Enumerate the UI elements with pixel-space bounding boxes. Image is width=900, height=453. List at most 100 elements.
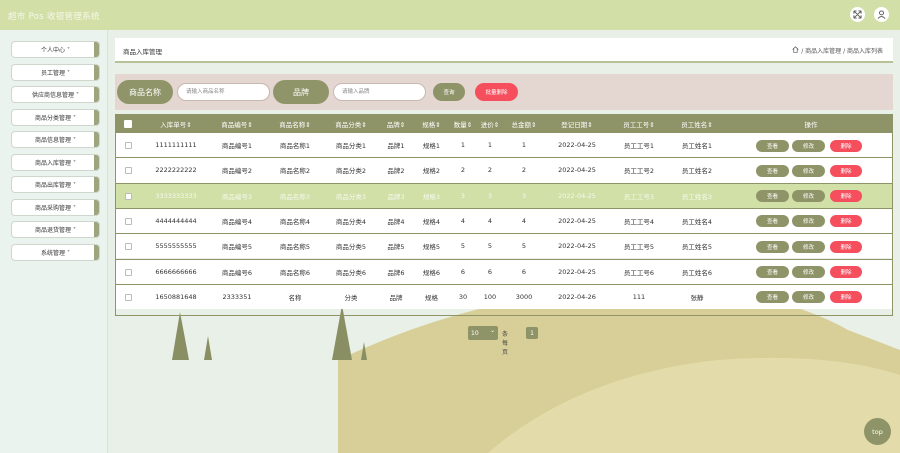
th-staff-name[interactable]: 员工姓名⇕ (669, 115, 725, 132)
cell-date: 2022-04-25 (558, 242, 596, 251)
cell-staff-name: 张静 (690, 293, 704, 302)
cell-brand: 品牌5 (387, 243, 405, 252)
cell-goods-code: 商品编号3 (221, 192, 253, 201)
edit-button[interactable]: 修改 (792, 139, 825, 152)
th-date[interactable]: 登记日期⇕ (545, 115, 609, 132)
cell-staff-name: 员工姓名4 (681, 218, 713, 227)
sidebar-item-goods-out[interactable]: 商品出库管理 ˅ (11, 176, 100, 193)
table-row[interactable]: 1650881648 2333351 名称 分类 品牌 规格 30 100 3000 2022-0… (116, 283, 892, 310)
sidebar-item-purchase[interactable]: 商品采购管理 ˅ (11, 199, 100, 216)
cell-price: 4 (487, 217, 493, 226)
breadcrumb: / 商品入库管理 / 商品入库列表 (792, 46, 883, 55)
th-brand[interactable]: 品牌⇕ (379, 115, 413, 132)
home-icon[interactable] (792, 46, 799, 55)
cell-staff-no: 111 (632, 292, 646, 301)
cell-spec: 规格 (425, 293, 438, 302)
sidebar-item-system[interactable]: 系统管理 ˅ (11, 244, 100, 261)
row-checkbox[interactable] (125, 217, 132, 225)
row-checkbox[interactable] (125, 192, 132, 200)
cell-brand: 品牌 (389, 293, 403, 302)
view-button[interactable]: 查看 (756, 240, 789, 253)
cell-goods-code: 商品编号4 (221, 218, 253, 227)
cell-goods-code: 商品编号1 (221, 142, 253, 151)
edit-button[interactable]: 修改 (792, 240, 825, 253)
th-goods-name[interactable]: 商品名称⇕ (268, 115, 322, 132)
th-quantity[interactable]: 数量⇕ (450, 115, 476, 132)
th-actions: 操作 (804, 120, 818, 129)
brand-input[interactable] (333, 83, 426, 101)
table-row[interactable]: 1111111111 商品编号1 商品名称1 商品分类1 品牌1 规格1 1 1 1 2022-0… (116, 132, 892, 158)
view-button[interactable]: 查看 (756, 164, 789, 177)
goods-name-input[interactable] (177, 83, 270, 101)
sidebar-item-supplier[interactable]: 供应商信息管理 ˅ (11, 86, 100, 103)
cell-price: 2 (487, 166, 493, 175)
table-row[interactable]: 3333333333 商品编号3 商品名称3 商品分类3 品牌3 规格3 3 3 3 2022-0… (116, 182, 892, 208)
sidebar-item-personal-center[interactable]: 个人中心 ˅ (11, 41, 100, 58)
breadcrumb-path[interactable]: / 商品入库管理 / 商品入库列表 (801, 46, 883, 55)
cell-goods-name: 商品名称6 (279, 268, 311, 277)
edit-button[interactable]: 修改 (792, 164, 825, 177)
app-title: 超市 Pos 收银管理系统 (8, 12, 100, 22)
view-button[interactable]: 查看 (756, 291, 789, 304)
cell-staff-name: 员工姓名1 (681, 142, 713, 151)
delete-button[interactable]: 删除 (830, 266, 862, 278)
delete-button[interactable]: 删除 (830, 164, 862, 177)
table-row[interactable]: 5555555555 商品编号5 商品名称5 商品分类5 品牌5 规格5 5 5 5 2022-0… (116, 233, 892, 259)
th-goods-code[interactable]: 商品编号⇕ (207, 115, 267, 132)
select-all-icon[interactable] (124, 119, 132, 128)
cell-order-no: 3333333333 (155, 191, 197, 200)
row-checkbox[interactable] (125, 268, 132, 276)
cell-order-no: 4444444444 (155, 217, 197, 226)
cell-goods-code: 商品编号5 (221, 243, 253, 252)
th-total[interactable]: 总金额⇕ (504, 115, 544, 132)
table-row[interactable]: 2222222222 商品编号2 商品名称2 商品分类2 品牌2 规格2 2 2 2 2022-0… (116, 157, 892, 183)
sidebar-item-label: 系统管理 ˅ (41, 250, 70, 257)
cell-date: 2022-04-26 (558, 292, 596, 301)
cell-price: 6 (487, 267, 493, 276)
row-checkbox[interactable] (125, 142, 132, 149)
delete-button[interactable]: 删除 (830, 139, 862, 152)
table-row[interactable]: 6666666666 商品编号6 商品名称6 商品分类6 品牌6 规格6 6 6 6 2022-0… (116, 258, 892, 284)
cell-goods-name: 商品名称5 (279, 243, 311, 252)
delete-button[interactable]: 删除 (830, 215, 862, 228)
edit-button[interactable]: 修改 (792, 291, 825, 304)
sidebar-item-staff[interactable]: 员工管理 ˅ (11, 64, 100, 81)
edit-button[interactable]: 修改 (792, 266, 825, 278)
edit-button[interactable]: 修改 (792, 215, 825, 228)
cell-goods-name: 名称 (288, 293, 302, 302)
delete-button[interactable]: 删除 (830, 240, 862, 253)
th-order-no[interactable]: 入库单号⇕ (146, 115, 206, 132)
sidebar-item-goods-in[interactable]: 商品入库管理 ˅ (11, 154, 100, 171)
sidebar-item-category[interactable]: 商品分类管理 ˅ (11, 109, 100, 126)
th-price[interactable]: 进价⇕ (477, 115, 503, 132)
th-spec[interactable]: 规格⇕ (414, 115, 449, 132)
page-number-button[interactable]: 1 (526, 327, 538, 339)
query-button[interactable]: 查询 (433, 83, 465, 101)
delete-button[interactable]: 删除 (830, 291, 862, 304)
cell-brand: 品牌3 (387, 192, 405, 201)
view-button[interactable]: 查看 (756, 215, 789, 228)
sidebar-item-return[interactable]: 商品退货管理 ˅ (11, 221, 100, 238)
batch-delete-button[interactable]: 批量删除 (475, 83, 518, 101)
page-size-select[interactable]: 10 (468, 326, 498, 340)
view-button[interactable]: 查看 (756, 139, 789, 152)
user-icon[interactable] (874, 7, 889, 22)
sidebar: 个人中心 ˅ 员工管理 ˅ 供应商信息管理 ˅ 商品分类管理 ˅ 商品信息管理 … (0, 30, 108, 453)
th-category[interactable]: 商品分类⇕ (323, 115, 379, 132)
th-staff-no[interactable]: 员工工号⇕ (610, 115, 668, 132)
delete-button[interactable]: 删除 (830, 190, 862, 203)
back-to-top-button[interactable]: top (864, 418, 891, 445)
row-checkbox[interactable] (125, 293, 132, 301)
goods-in-table: 入库单号⇕ 商品编号⇕ 商品名称⇕ 商品分类⇕ 品牌⇕ 规格⇕ 数量⇕ 进价⇕ … (115, 114, 893, 316)
cell-category: 商品分类5 (335, 243, 367, 252)
cell-staff-name: 员工姓名2 (681, 167, 713, 176)
edit-button[interactable]: 修改 (792, 190, 825, 203)
cell-staff-no: 员工工号4 (623, 218, 655, 227)
table-row[interactable]: 4444444444 商品编号4 商品名称4 商品分类4 品牌4 规格4 4 4 4 2022-0… (116, 207, 892, 234)
sidebar-item-goods-info[interactable]: 商品信息管理 ˅ (11, 131, 100, 148)
row-checkbox[interactable] (125, 167, 132, 175)
view-button[interactable]: 查看 (756, 190, 789, 203)
row-checkbox[interactable] (125, 243, 132, 251)
view-button[interactable]: 查看 (756, 266, 789, 278)
fullscreen-icon[interactable] (850, 7, 865, 22)
